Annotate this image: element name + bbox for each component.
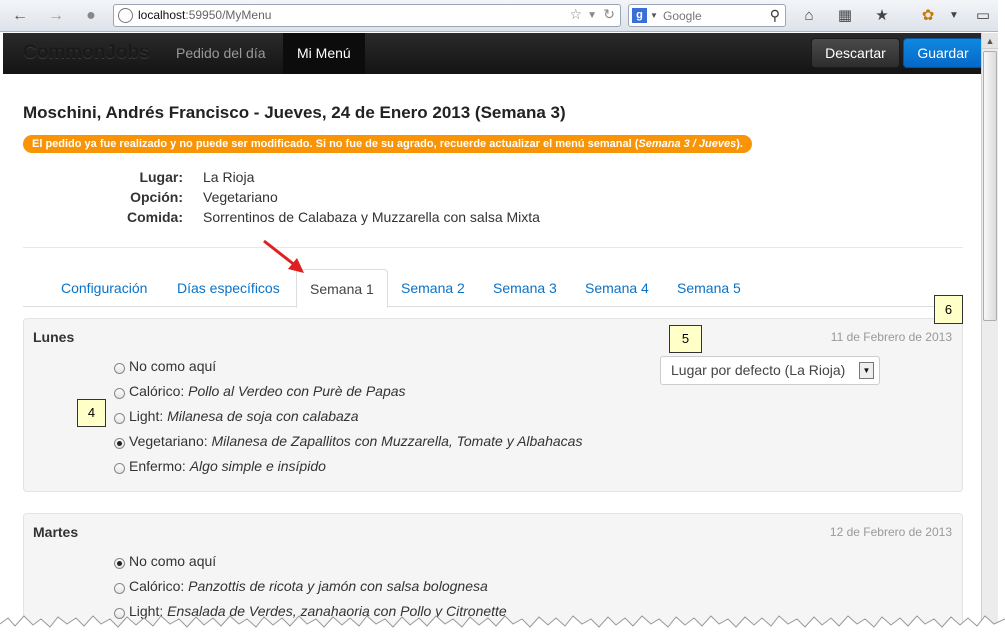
week-tabs: Configuración Días específicos Semana 1 … (23, 269, 963, 308)
tab-configuracion[interactable]: Configuración (48, 269, 160, 307)
scroll-up-icon[interactable]: ▲ (982, 33, 998, 49)
bookmarks-icon[interactable]: ★ (871, 5, 893, 27)
option-label: Opción: (130, 189, 183, 205)
radio-button-selected[interactable] (114, 438, 125, 449)
radio-button[interactable] (114, 583, 125, 594)
discard-button[interactable]: Descartar (811, 38, 900, 68)
address-bar[interactable]: localhost:59950/MyMenu ☆ ▼ ↻ (113, 4, 621, 27)
callout-6: 6 (934, 295, 963, 324)
radio-button[interactable] (114, 363, 125, 374)
tab-semana-4[interactable]: Semana 4 (572, 269, 662, 307)
meal-label: Comida: (127, 209, 183, 225)
reload-icon[interactable]: ↻ (603, 6, 615, 23)
warning-week-link[interactable]: Semana 3 / Jueves (638, 138, 736, 150)
app-navbar: CommonJobs Pedido del día Mi Menú Descar… (3, 33, 983, 74)
google-icon[interactable]: g (632, 8, 647, 23)
red-arrow-icon (263, 239, 304, 273)
forward-icon[interactable]: → (45, 5, 67, 27)
callout-4: 4 (77, 399, 106, 427)
tab-semana-1[interactable]: Semana 1 (296, 269, 388, 308)
day-panel-lunes: Lunes 11 de Febrero de 2013 No como aquí… (23, 318, 963, 492)
day-name: Lunes (33, 329, 75, 345)
history-icon[interactable]: ● (80, 5, 102, 27)
callout-5: 5 (669, 325, 702, 353)
place-label: Lugar: (139, 169, 183, 185)
nav-mi-menu[interactable]: Mi Menú (283, 33, 365, 74)
tab-semana-5[interactable]: Semana 5 (664, 269, 754, 307)
day-date: 11 de Febrero de 2013 (830, 330, 952, 344)
browser-toolbar: ← → ● localhost:59950/MyMenu ☆ ▼ ↻ g ▼ G… (0, 0, 1005, 32)
menu-dropdown-icon[interactable]: ▼ (943, 5, 965, 27)
radio-button-selected[interactable] (114, 558, 125, 569)
option-value: Vegetariano (203, 189, 278, 205)
addon-icon[interactable]: ✿ (917, 5, 939, 27)
search-bar[interactable]: g ▼ Google ⚲ (628, 4, 786, 27)
vertical-scrollbar[interactable]: ▲ (981, 33, 998, 633)
divider (23, 247, 963, 248)
radio-button[interactable] (114, 388, 125, 399)
home-icon[interactable]: ⌂ (798, 5, 820, 27)
day-name: Martes (33, 524, 79, 540)
radio-button[interactable] (114, 463, 125, 474)
search-icon[interactable]: ⚲ (770, 7, 780, 24)
back-icon[interactable]: ← (9, 5, 31, 27)
torn-edge (0, 615, 1005, 643)
save-button[interactable]: Guardar (903, 38, 983, 68)
day-date: 12 de Febrero de 2013 (829, 525, 952, 539)
sidebar-icon[interactable]: ▭ (972, 5, 994, 27)
dropdown-icon[interactable]: ▼ (587, 10, 597, 21)
radio-button[interactable] (114, 413, 125, 424)
place-value: La Rioja (203, 169, 255, 185)
tab-semana-2[interactable]: Semana 2 (388, 269, 478, 307)
nav-pedido-del-dia[interactable]: Pedido del día (162, 33, 280, 74)
brand-logo[interactable]: CommonJobs (23, 42, 150, 64)
bookmark-star-icon[interactable]: ☆ (569, 6, 582, 23)
scroll-thumb[interactable] (983, 51, 997, 321)
search-engine-dropdown-icon[interactable]: ▼ (650, 11, 658, 20)
window-edge (998, 0, 1005, 643)
select-arrow-icon[interactable]: ▼ (859, 362, 874, 379)
url-text: localhost:59950/MyMenu (138, 8, 272, 22)
tab-semana-3[interactable]: Semana 3 (480, 269, 570, 307)
meal-value: Sorrentinos de Calabaza y Muzzarella con… (203, 209, 540, 225)
globe-icon (118, 8, 133, 23)
place-select[interactable]: Lugar por defecto (La Rioja) ▼ (660, 356, 880, 385)
page-title: Moschini, Andrés Francisco - Jueves, 24 … (23, 103, 566, 122)
search-input[interactable]: Google (663, 9, 702, 23)
grid-icon[interactable]: ▦ (834, 5, 856, 27)
order-warning-badge: El pedido ya fue realizado y no puede se… (23, 135, 752, 153)
